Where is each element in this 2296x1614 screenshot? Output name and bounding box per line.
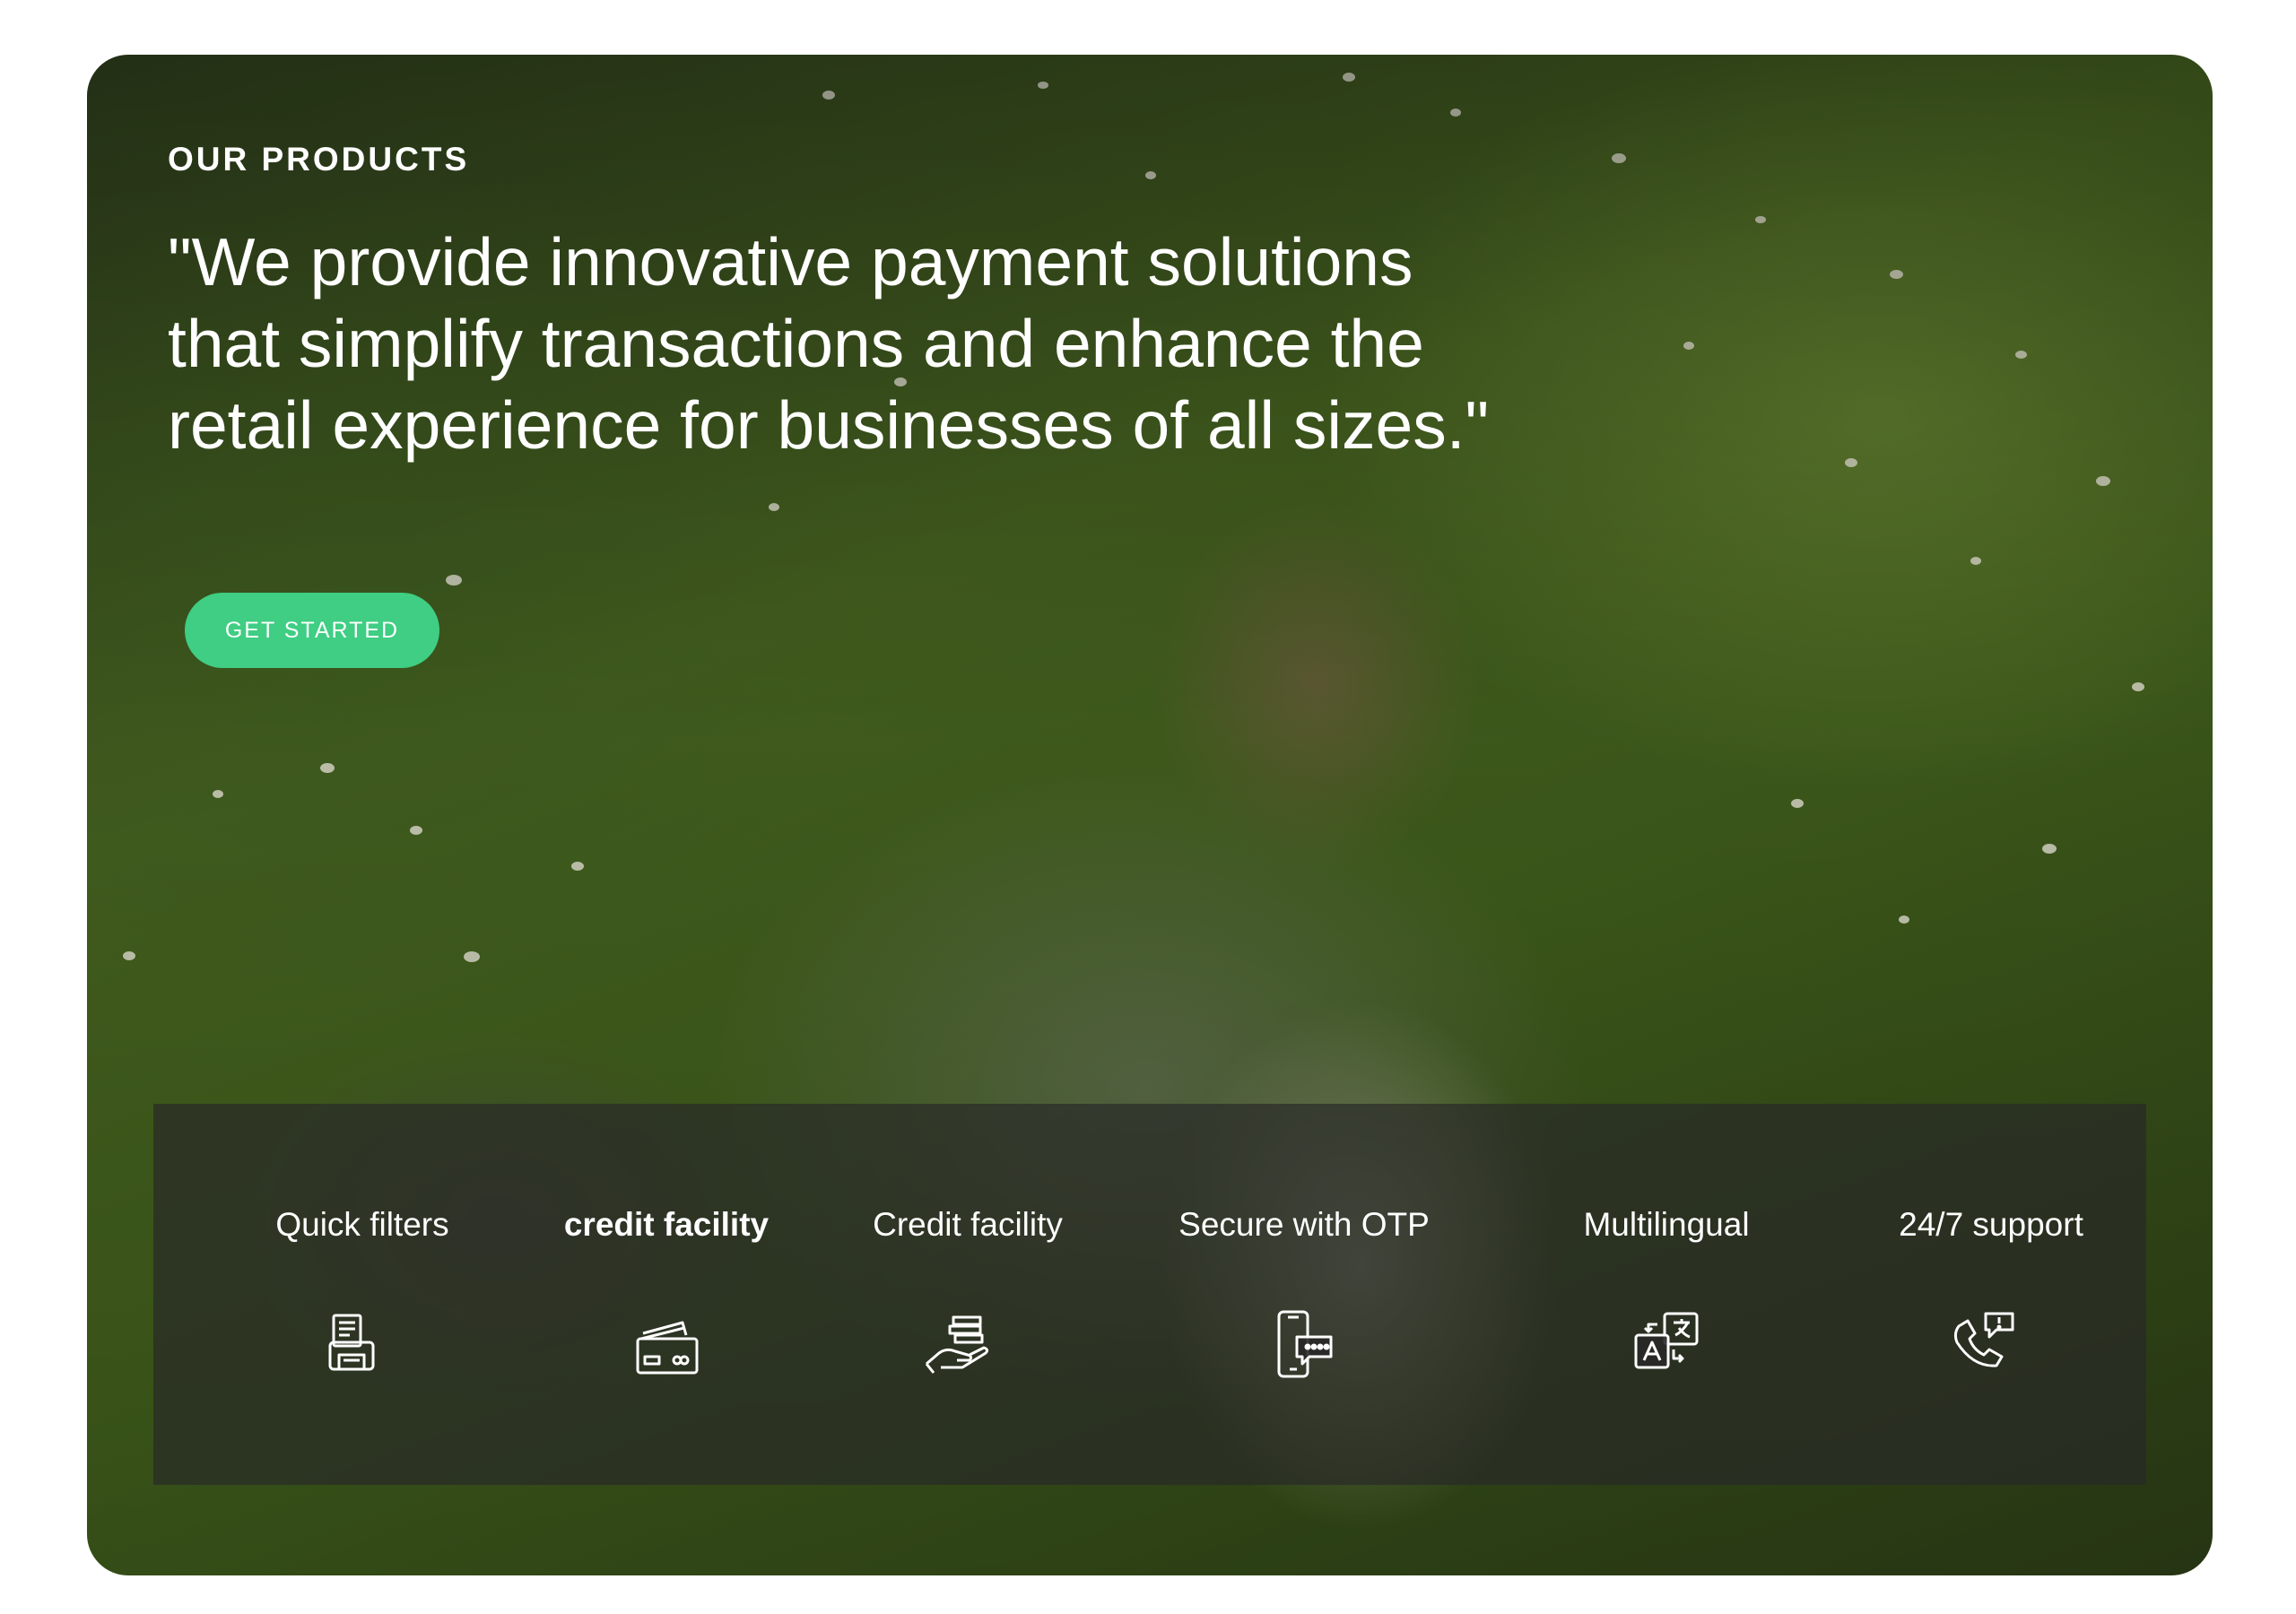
credit-card-icon	[631, 1308, 702, 1380]
receipt-printer-icon	[317, 1308, 389, 1380]
feature-label: Quick filters	[275, 1206, 449, 1243]
feature-credit-facility-card[interactable]: credit facility	[532, 1104, 801, 1485]
feature-label: Multilingual	[1583, 1206, 1750, 1243]
feature-quick-filters[interactable]: Quick filters	[228, 1104, 497, 1485]
section-eyebrow: OUR PRODUCTS	[168, 141, 470, 178]
hero-banner: OUR PRODUCTS "We provide innovative paym…	[87, 55, 2213, 1575]
feature-credit-facility-cash[interactable]: Credit facility	[833, 1104, 1102, 1485]
feature-bar: Quick filters credit facility Credit fac…	[153, 1104, 2146, 1485]
translate-icon	[1631, 1308, 1702, 1380]
feature-label: 24/7 support	[1899, 1206, 2083, 1243]
get-started-button[interactable]: GET STARTED	[185, 593, 439, 668]
feature-multilingual[interactable]: Multilingual	[1532, 1104, 1801, 1485]
feature-label: Credit facility	[873, 1206, 1063, 1243]
feature-label: credit facility	[563, 1206, 770, 1243]
cash-in-hand-icon	[923, 1308, 995, 1380]
feature-secure-otp[interactable]: Secure with OTP	[1170, 1104, 1439, 1485]
phone-chat-icon	[1268, 1308, 1340, 1380]
feature-label: Secure with OTP	[1178, 1206, 1430, 1243]
phone-support-icon	[1946, 1308, 2018, 1380]
feature-support[interactable]: 24/7 support	[1857, 1104, 2126, 1485]
hero-quote: "We provide innovative payment solutions…	[168, 224, 1490, 463]
